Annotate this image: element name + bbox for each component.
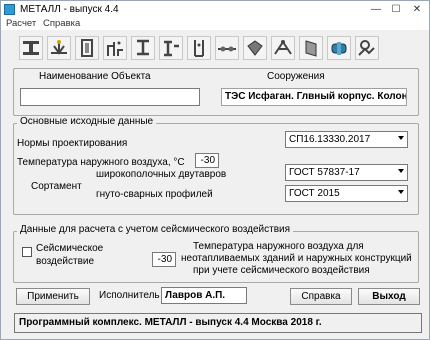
seismic-desc-1: Температура наружного воздуха для: [193, 241, 364, 252]
frame-column-icon[interactable]: [187, 36, 211, 60]
seismic-desc-3: при учете сейсмического воздействия: [193, 265, 370, 276]
apply-button[interactable]: Применить: [16, 288, 90, 305]
temperature-field[interactable]: -30: [195, 153, 219, 168]
menu-raschet[interactable]: Расчет: [6, 18, 36, 29]
object-name-field[interactable]: [20, 88, 200, 106]
base-data-legend: Основные исходные данные: [17, 116, 157, 127]
seismic-desc-2: неотапливаемых зданий и наружных констру…: [181, 253, 412, 264]
bolt-joint-icon[interactable]: [215, 36, 239, 60]
main-window: МЕТАЛЛ - выпуск 4.4 — ☐ ✕ Расчет Справка: [0, 0, 430, 340]
wide-flange-value: ГОСТ 57837-17: [289, 167, 360, 178]
weld-joint-icon[interactable]: [47, 36, 71, 60]
bent-welded-value: ГОСТ 2015: [289, 188, 340, 199]
exit-button[interactable]: Выход: [358, 288, 420, 305]
maximize-button[interactable]: ☐: [389, 3, 403, 16]
seismic-checkbox-label-2: воздействие: [36, 256, 95, 267]
truss-node-icon[interactable]: [271, 36, 295, 60]
sheet-metal-icon[interactable]: [243, 36, 267, 60]
wall-panel-icon[interactable]: [299, 36, 323, 60]
structure-model-icon[interactable]: [355, 36, 379, 60]
executor-label: Исполнитель: [99, 290, 160, 301]
object-name-label: Наименование Объекта: [39, 71, 151, 82]
close-button[interactable]: ✕: [410, 3, 424, 16]
column-base-icon[interactable]: [131, 36, 155, 60]
column-section-icon[interactable]: [75, 36, 99, 60]
seismic-checkbox[interactable]: [22, 247, 32, 257]
assortment-label: Сортамент: [31, 181, 82, 192]
seismic-temperature-field[interactable]: -30: [152, 252, 176, 267]
menu-spravka[interactable]: Справка: [43, 18, 80, 29]
norms-label: Нормы проектирования: [17, 138, 128, 149]
bent-welded-label: гнуто-сварных профилей: [96, 189, 213, 200]
minimize-button[interactable]: —: [369, 3, 383, 16]
seismic-legend: Данные для расчета с учетом сейсмическог…: [17, 224, 294, 235]
structure-field[interactable]: ТЭС Исфаган. Глвный корпус. Колонна: [221, 88, 407, 106]
menu-bar: Расчет Справка: [1, 18, 429, 30]
bent-welded-select[interactable]: ГОСТ 2015: [285, 185, 408, 202]
wide-flange-select[interactable]: ГОСТ 57837-17: [285, 164, 408, 181]
chevron-down-icon: [398, 190, 404, 194]
chevron-down-icon: [398, 169, 404, 173]
pipe-coupling-icon[interactable]: [327, 36, 351, 60]
executor-field[interactable]: Лавров А.П.: [161, 287, 247, 304]
temperature-label: Температура наружного воздуха, °С: [17, 157, 185, 168]
i-beam-icon[interactable]: [19, 36, 43, 60]
norms-value: СП16.13330.2017: [289, 134, 371, 145]
stair-frame-icon[interactable]: [103, 36, 127, 60]
chevron-down-icon: [398, 136, 404, 140]
structure-label: Сооружения: [267, 71, 325, 82]
beam-column-icon[interactable]: [159, 36, 183, 60]
wide-flange-label: широкополочных двутавров: [96, 169, 227, 180]
title-bar: МЕТАЛЛ - выпуск 4.4 — ☐ ✕: [1, 1, 429, 18]
help-button[interactable]: Справка: [290, 288, 352, 305]
toolbar: [1, 31, 429, 65]
status-bar: Программный комплекс. МЕТАЛЛ - выпуск 4.…: [14, 313, 422, 333]
window-title: МЕТАЛЛ - выпуск 4.4: [20, 4, 119, 15]
app-icon: [4, 4, 15, 15]
norms-select[interactable]: СП16.13330.2017: [285, 131, 408, 148]
seismic-checkbox-label-1: Сейсмическое: [36, 243, 104, 254]
